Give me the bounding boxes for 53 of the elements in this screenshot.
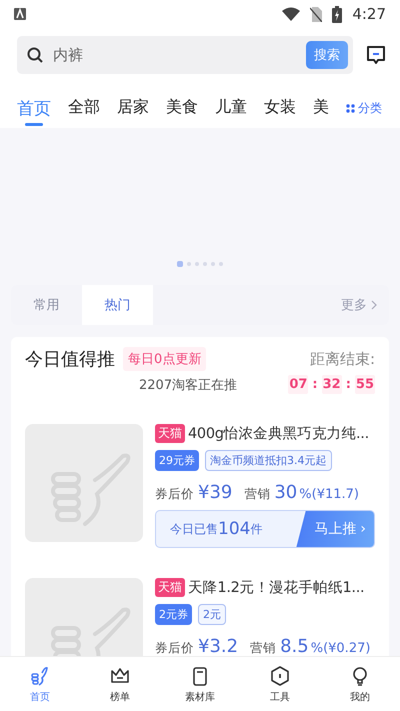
category-tab[interactable]: 全部: [68, 97, 100, 126]
message-icon[interactable]: [365, 44, 387, 66]
product-title: 天降1.2元！漫花手帕纸1...: [188, 578, 364, 597]
price-value: ¥39: [198, 482, 232, 503]
nav-item[interactable]: 榜单: [80, 657, 160, 711]
wifi-icon: [282, 7, 300, 21]
nav-item[interactable]: 工具: [240, 657, 320, 711]
commission-label: 营销: [250, 640, 276, 656]
status-time: 4:27: [352, 5, 386, 23]
category-tab[interactable]: 居家: [117, 97, 149, 126]
shop-tag: 天猫: [155, 424, 185, 443]
search-icon: [27, 47, 43, 63]
price-label: 券后价: [155, 486, 194, 503]
commission-amount: %(¥11.7): [299, 487, 359, 502]
grid-icon: [346, 104, 355, 113]
nav-item[interactable]: 我的: [320, 657, 400, 711]
category-tab[interactable]: 美食: [166, 97, 198, 126]
countdown-digits: 32: [322, 375, 342, 394]
countdown-label: 距离结束:: [310, 350, 375, 368]
countdown-digits: 07: [288, 375, 308, 394]
section-title: 今日值得推: [25, 348, 115, 371]
hexagon-icon: [269, 664, 291, 686]
nav-item[interactable]: 首页: [0, 657, 80, 711]
category-tab[interactable]: 女装: [264, 97, 296, 126]
update-badge: 每日0点更新: [123, 347, 206, 371]
nav-item[interactable]: 素材库: [160, 657, 240, 711]
commission-rate: 8.5: [280, 636, 309, 656]
commission-label: 营销: [244, 486, 270, 503]
shop-tag: 天猫: [155, 578, 185, 597]
commission-amount: %(¥0.27): [310, 641, 370, 656]
countdown-digits: 55: [354, 375, 375, 394]
thumbs-up-icon: [29, 664, 51, 686]
notification-icon: [14, 8, 26, 20]
section-tab[interactable]: 热门: [82, 285, 153, 325]
category-tab[interactable]: 儿童: [215, 97, 247, 126]
coupon-tag: 29元券: [155, 450, 199, 471]
category-tab[interactable]: 首页: [17, 97, 51, 126]
commission-rate: 30: [274, 482, 298, 503]
no-sim-icon: [310, 6, 322, 22]
price-label: 券后价: [155, 640, 194, 656]
countdown-separator: :: [311, 377, 319, 392]
chevron-right-icon: [371, 300, 377, 310]
coupon-tag: 2元券: [155, 604, 192, 625]
battery-charging-icon: [332, 6, 342, 22]
countdown-separator: :: [344, 377, 352, 392]
category-tab[interactable]: 美: [313, 97, 329, 126]
promoter-count: 2207淘客正在推: [139, 376, 238, 394]
search-field[interactable]: 内裤 搜索: [17, 36, 353, 74]
offer-tag: 淘金币频道抵扣3.4元起: [205, 450, 332, 471]
product-title: 400g怡浓金典黑巧克力纯...: [188, 425, 369, 443]
offer-tag: 2元: [198, 604, 226, 625]
price-value: ¥3.2: [198, 636, 238, 656]
sales-count: 今日已售 104件: [169, 518, 264, 541]
